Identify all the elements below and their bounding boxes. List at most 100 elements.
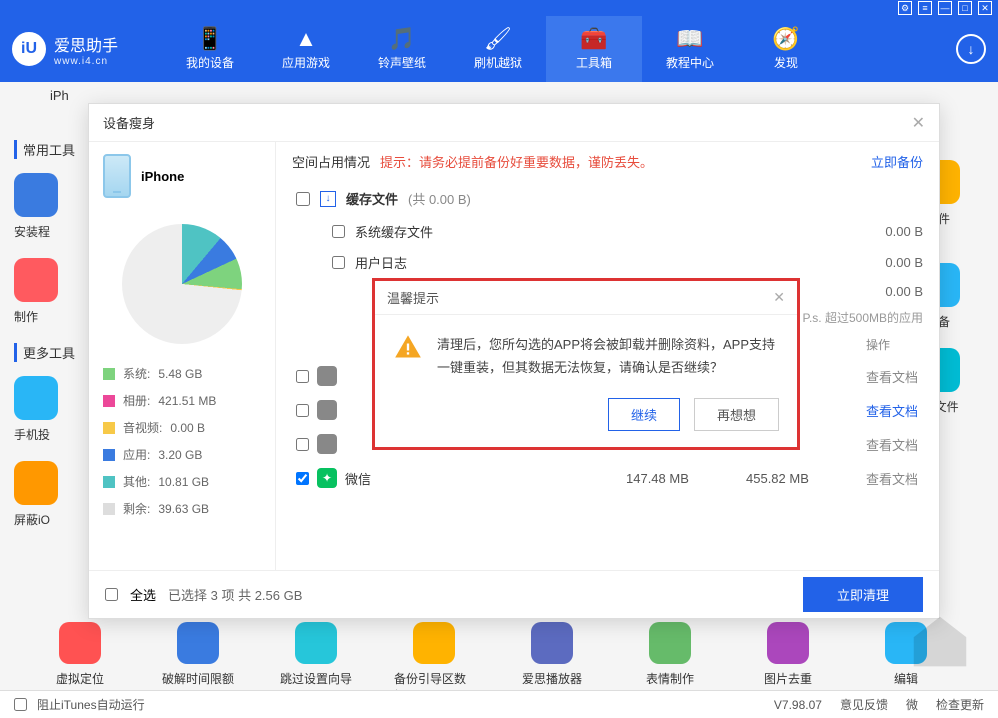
legend-swatch bbox=[103, 368, 115, 380]
app-view-doc-link[interactable]: 查看文档 bbox=[866, 469, 919, 488]
app-view-doc-link[interactable]: 查看文档 bbox=[866, 367, 919, 386]
legend-row: 其他:10.81 GB bbox=[103, 468, 261, 495]
nav-icon: 📖 bbox=[676, 28, 703, 50]
nav-item[interactable]: 🎵铃声壁纸 bbox=[354, 16, 450, 82]
check-update-link[interactable]: 检查更新 bbox=[936, 696, 984, 713]
legend-label: 剩余: bbox=[123, 500, 150, 517]
bottom-tool-icon bbox=[413, 622, 455, 664]
bottom-tool-icon bbox=[649, 622, 691, 664]
app-row-checkbox[interactable] bbox=[296, 370, 309, 383]
bottom-tool-label: 图片去重 bbox=[764, 670, 812, 687]
tool-icon[interactable] bbox=[14, 376, 58, 420]
logo-icon: iU bbox=[12, 32, 46, 66]
legend-row: 音视频: 0.00 B bbox=[103, 414, 261, 441]
rethink-button[interactable]: 再想想 bbox=[694, 398, 779, 431]
legend-label: 音视频: bbox=[123, 419, 162, 436]
backup-now-link[interactable]: 立即备份 bbox=[871, 152, 923, 171]
app-row-checkbox[interactable] bbox=[296, 404, 309, 417]
nav-item[interactable]: ▲应用游戏 bbox=[258, 16, 354, 82]
nav-item[interactable]: 🧭发现 bbox=[738, 16, 834, 82]
nav-item[interactable]: 📱 我的设备 bbox=[162, 16, 258, 82]
device-tab-label[interactable]: iPh bbox=[50, 88, 69, 103]
nav-icon: 🧰 bbox=[580, 28, 607, 50]
section-common-tools: 常用工具 bbox=[14, 140, 94, 159]
app-row-checkbox[interactable] bbox=[296, 438, 309, 451]
nav-item[interactable]: 🧰工具箱 bbox=[546, 16, 642, 82]
tool-icon[interactable] bbox=[14, 258, 58, 302]
legend-swatch bbox=[103, 476, 115, 488]
close-window-icon[interactable]: ✕ bbox=[978, 1, 992, 15]
nav-label: 刷机越狱 bbox=[474, 54, 522, 71]
warn-text: 请务必提前备份好重要数据，谨防丢失。 bbox=[419, 155, 653, 170]
cache-row-label: 用户日志 bbox=[355, 253, 407, 272]
app-name: 爱思助手 bbox=[54, 32, 118, 56]
tool-icon[interactable] bbox=[14, 173, 58, 217]
app-row: ✦微信 147.48 MB 455.82 MB 查看文档 bbox=[292, 461, 923, 495]
modal-left-panel: iPhone 系统:5.48 GB相册:421.51 MB音视频:0.00 B应… bbox=[89, 142, 275, 570]
clean-now-button[interactable]: 立即清理 bbox=[803, 577, 923, 612]
device-name: iPhone bbox=[141, 169, 184, 184]
app-icon: ✦ bbox=[317, 468, 337, 488]
confirm-dialog: 温馨提示 ✕ 清理后，您所勾选的APP将会被卸载并删除资料，APP支持一键重装，… bbox=[372, 278, 800, 450]
bottom-tool-label: 爱思播放器 bbox=[522, 670, 582, 687]
app-view-doc-link[interactable]: 查看文档 bbox=[866, 401, 919, 420]
app-view-doc-link[interactable]: 查看文档 bbox=[866, 435, 919, 454]
app-row-checkbox[interactable] bbox=[296, 472, 309, 485]
window-titlebar: ⚙ ≡ — □ ✕ bbox=[0, 0, 998, 16]
list-icon[interactable]: ≡ bbox=[918, 1, 932, 15]
close-icon[interactable]: ✕ bbox=[912, 113, 925, 133]
bottom-tool-icon bbox=[295, 622, 337, 664]
nav-item[interactable]: 📖 教程中心 bbox=[642, 16, 738, 82]
nav-label: 我的设备 bbox=[186, 54, 234, 71]
bottom-tool-icon bbox=[531, 622, 573, 664]
tool-label: 制作 bbox=[14, 308, 94, 325]
nav-item[interactable]: 🖌刷机越狱 bbox=[450, 16, 546, 82]
nav-label: 应用游戏 bbox=[282, 54, 330, 71]
nav-label: 教程中心 bbox=[666, 54, 714, 71]
settings-icon[interactable]: ⚙ bbox=[898, 1, 912, 15]
legend-value: 10.81 GB bbox=[158, 475, 209, 489]
nav-icon: 📱 bbox=[196, 28, 223, 50]
maximize-icon[interactable]: □ bbox=[958, 1, 972, 15]
app-icon bbox=[317, 366, 337, 386]
legend-row: 相册:421.51 MB bbox=[103, 387, 261, 414]
cache-row-checkbox[interactable] bbox=[332, 256, 345, 269]
storage-pie-chart bbox=[122, 224, 242, 344]
tool-icon[interactable] bbox=[14, 461, 58, 505]
block-itunes-checkbox[interactable] bbox=[14, 698, 27, 711]
legend-swatch bbox=[103, 422, 115, 434]
app-url: www.i4.cn bbox=[54, 56, 118, 67]
select-all-checkbox[interactable] bbox=[105, 588, 118, 601]
cache-row: 系统缓存文件0.00 B bbox=[292, 216, 923, 247]
nav-label: 发现 bbox=[774, 54, 798, 71]
legend-value: 39.63 GB bbox=[158, 502, 209, 516]
cache-row-label: 系统缓存文件 bbox=[355, 222, 433, 241]
warning-icon bbox=[393, 333, 423, 361]
continue-button[interactable]: 继续 bbox=[608, 398, 680, 431]
status-mid: 微 bbox=[906, 696, 918, 713]
download-circle-icon[interactable]: ↓ bbox=[956, 34, 986, 64]
warn-prefix: 提示： bbox=[380, 155, 419, 170]
watermark-icon bbox=[900, 608, 980, 678]
legend-label: 相册: bbox=[123, 392, 150, 409]
download-icon: ↓ bbox=[320, 191, 336, 207]
legend-value: 0.00 B bbox=[170, 421, 205, 435]
legend-label: 系统: bbox=[123, 365, 150, 382]
bottom-tool-label: 破解时间限额 bbox=[162, 670, 234, 687]
dialog-title: 温馨提示 bbox=[387, 288, 439, 307]
modal-title: 设备瘦身 bbox=[103, 113, 155, 132]
status-bar: 阻止iTunes自动运行 V7.98.07 意见反馈 微 检查更新 bbox=[0, 690, 998, 718]
app-name: 微信 bbox=[345, 469, 371, 488]
feedback-link[interactable]: 意见反馈 bbox=[840, 696, 888, 713]
legend-label: 应用: bbox=[123, 446, 150, 463]
cache-row-size: 0.00 B bbox=[885, 255, 923, 270]
cache-files-total: (共 0.00 B) bbox=[408, 189, 471, 208]
cache-group-checkbox[interactable] bbox=[296, 192, 310, 206]
legend-swatch bbox=[103, 503, 115, 515]
bottom-tool-icon bbox=[767, 622, 809, 664]
app-size-b: 455.82 MB bbox=[746, 471, 866, 486]
minimize-icon[interactable]: — bbox=[938, 1, 952, 15]
cache-row-checkbox[interactable] bbox=[332, 225, 345, 238]
dialog-close-icon[interactable]: ✕ bbox=[773, 289, 785, 306]
cache-row: 用户日志 0.00 B bbox=[292, 247, 923, 278]
